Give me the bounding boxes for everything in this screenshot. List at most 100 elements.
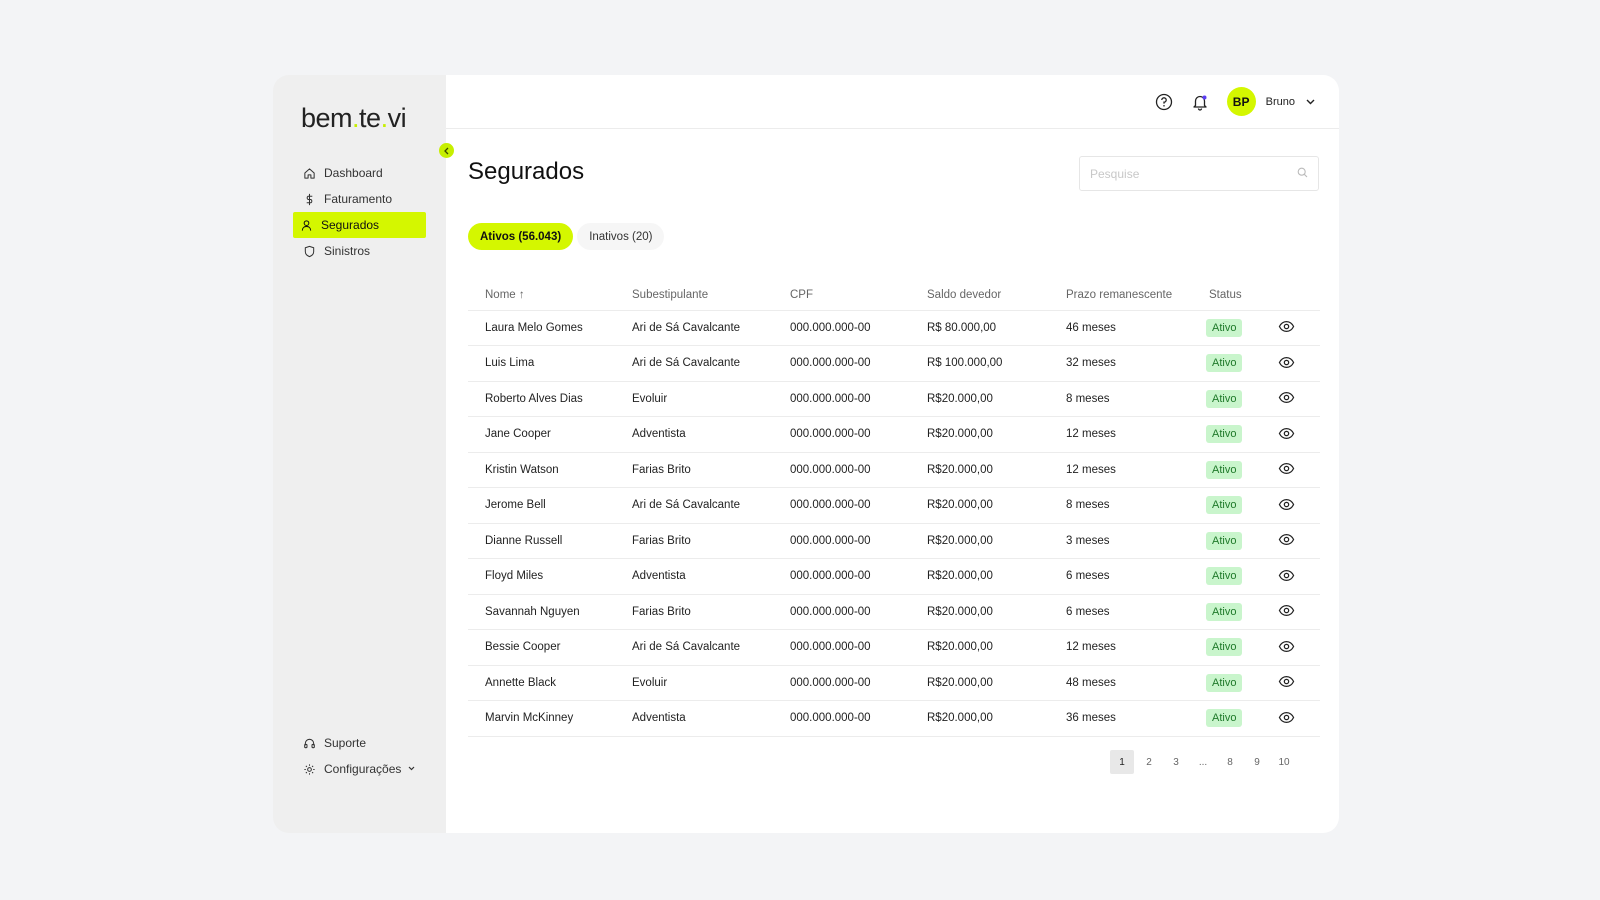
cell-nome: Floyd Miles bbox=[468, 558, 615, 595]
cell-cpf: 000.000.000-00 bbox=[773, 310, 910, 346]
logo-dot: . bbox=[380, 103, 389, 133]
page-button[interactable]: 1 bbox=[1110, 750, 1134, 774]
cell-cpf: 000.000.000-00 bbox=[773, 629, 910, 666]
table-row[interactable]: Jerome Bell Ari de Sá Cavalcante 000.000.0… bbox=[468, 487, 1320, 524]
eye-icon[interactable] bbox=[1277, 424, 1295, 442]
eye-icon[interactable] bbox=[1277, 602, 1295, 620]
eye-icon[interactable] bbox=[1277, 460, 1295, 478]
page-button[interactable]: 8 bbox=[1218, 750, 1242, 774]
avatar[interactable]: BP bbox=[1226, 87, 1256, 116]
tab-ativos[interactable]: Ativos (56.043) bbox=[468, 223, 574, 250]
cell-nome: Jerome Bell bbox=[468, 487, 615, 524]
status-badge: Ativo bbox=[1206, 567, 1243, 586]
sidebar-item-dashboard[interactable]: Dashboard bbox=[293, 160, 426, 186]
cell-cpf: 000.000.000-00 bbox=[773, 452, 910, 488]
sidebar-item-label: Suporte bbox=[324, 736, 367, 750]
sidebar-item-label: Segurados bbox=[321, 218, 380, 232]
sidebar-item-configuracoes[interactable]: Configurações bbox=[293, 756, 426, 782]
search-input[interactable] bbox=[1090, 166, 1297, 181]
eye-icon[interactable] bbox=[1277, 708, 1295, 726]
table-row[interactable]: Dianne Russell Farias Brito 000.000.000-00… bbox=[468, 523, 1320, 559]
table-row[interactable]: Jane Cooper Adventista 000.000.000-00 R$20.… bbox=[468, 416, 1320, 453]
table-row[interactable]: Floyd Miles Adventista 000.000.000-00 R$20.… bbox=[468, 558, 1320, 595]
sidebar-item-segurados[interactable]: Segurados bbox=[293, 212, 426, 238]
column-header-status[interactable]: Status bbox=[1192, 280, 1272, 311]
column-header-prazo[interactable]: Prazo remanescente bbox=[1049, 280, 1192, 311]
segurados-table: Nome ↑ Subestipulante CPF Saldo devedor … bbox=[468, 280, 1320, 737]
logo[interactable]: bem.te.vi bbox=[301, 103, 407, 134]
status-badge: Ativo bbox=[1206, 425, 1243, 444]
sidebar-item-label: Sinistros bbox=[324, 244, 371, 258]
cell-saldo: R$20.000,00 bbox=[910, 594, 1049, 630]
cell-status: Ativo bbox=[1192, 381, 1272, 417]
search-box[interactable] bbox=[1079, 156, 1319, 191]
eye-icon[interactable] bbox=[1277, 566, 1295, 584]
bell-icon[interactable] bbox=[1189, 91, 1211, 113]
page-button[interactable]: 2 bbox=[1137, 750, 1161, 774]
cell-subestipulante: Ari de Sá Cavalcante bbox=[615, 310, 773, 346]
app-window: bem.te.vi Dashboard Faturamento Segurado… bbox=[273, 75, 1339, 833]
sidebar-item-faturamento[interactable]: Faturamento bbox=[293, 186, 426, 212]
cell-actions bbox=[1272, 381, 1320, 417]
user-name[interactable]: Bruno bbox=[1266, 96, 1295, 108]
home-icon bbox=[302, 166, 316, 180]
eye-icon[interactable] bbox=[1277, 353, 1295, 371]
cell-nome: Laura Melo Gomes bbox=[468, 310, 615, 346]
cell-saldo: R$20.000,00 bbox=[910, 381, 1049, 417]
page-button[interactable]: 9 bbox=[1245, 750, 1269, 774]
column-header-nome[interactable]: Nome ↑ bbox=[468, 280, 615, 311]
cell-actions bbox=[1272, 452, 1320, 488]
logo-part: te bbox=[359, 103, 381, 133]
cell-status: Ativo bbox=[1192, 558, 1272, 595]
cell-nome: Luis Lima bbox=[468, 345, 615, 382]
search-icon[interactable] bbox=[1297, 165, 1308, 183]
cell-actions bbox=[1272, 594, 1320, 630]
collapse-sidebar-button[interactable] bbox=[439, 143, 454, 158]
sidebar-item-sinistros[interactable]: Sinistros bbox=[293, 238, 426, 264]
table-row[interactable]: Kristin Watson Farias Brito 000.000.000-00… bbox=[468, 452, 1320, 488]
dollar-icon bbox=[302, 192, 316, 206]
eye-icon[interactable] bbox=[1277, 673, 1295, 691]
sidebar-item-suporte[interactable]: Suporte bbox=[293, 730, 426, 756]
cell-prazo: 8 meses bbox=[1049, 487, 1192, 524]
cell-status: Ativo bbox=[1192, 523, 1272, 559]
cell-prazo: 6 meses bbox=[1049, 594, 1192, 630]
status-badge: Ativo bbox=[1206, 354, 1243, 373]
cell-subestipulante: Farias Brito bbox=[615, 594, 773, 630]
status-badge: Ativo bbox=[1206, 638, 1243, 657]
eye-icon[interactable] bbox=[1277, 389, 1295, 407]
cell-nome: Kristin Watson bbox=[468, 452, 615, 488]
table-row[interactable]: Savannah Nguyen Farias Brito 000.000.000-0… bbox=[468, 594, 1320, 630]
sidebar-item-label: Dashboard bbox=[324, 166, 383, 180]
table-row[interactable]: Luis Lima Ari de Sá Cavalcante 000.000.000… bbox=[468, 345, 1320, 382]
cell-prazo: 36 meses bbox=[1049, 700, 1192, 737]
page-button[interactable]: 3 bbox=[1164, 750, 1188, 774]
table-row[interactable]: Bessie Cooper Ari de Sá Cavalcante 000.000… bbox=[468, 629, 1320, 666]
cell-actions bbox=[1272, 487, 1320, 524]
table-body: Laura Melo Gomes Ari de Sá Cavalcante 000.… bbox=[468, 310, 1320, 737]
column-header-subestipulante[interactable]: Subestipulante bbox=[615, 280, 773, 311]
cell-subestipulante: Ari de Sá Cavalcante bbox=[615, 487, 773, 524]
chevron-down-icon[interactable] bbox=[1305, 96, 1317, 108]
table-row[interactable]: Roberto Alves Dias Evoluir 000.000.000-00 R… bbox=[468, 381, 1320, 417]
tab-inativos[interactable]: Inativos (20) bbox=[577, 223, 665, 250]
topbar: BP Bruno bbox=[446, 75, 1339, 129]
eye-icon[interactable] bbox=[1277, 318, 1295, 336]
eye-icon[interactable] bbox=[1277, 637, 1295, 655]
help-icon[interactable] bbox=[1153, 91, 1175, 113]
logo-part: vi bbox=[387, 103, 407, 133]
user-icon bbox=[299, 218, 313, 232]
column-header-saldo[interactable]: Saldo devedor bbox=[910, 280, 1049, 311]
page-button[interactable]: 10 bbox=[1272, 750, 1296, 774]
column-header-cpf[interactable]: CPF bbox=[773, 280, 910, 311]
cell-prazo: 46 meses bbox=[1049, 310, 1192, 346]
eye-icon[interactable] bbox=[1277, 495, 1295, 513]
cell-saldo: R$20.000,00 bbox=[910, 665, 1049, 701]
table-row[interactable]: Annette Black Evoluir 000.000.000-00 R$20.0… bbox=[468, 665, 1320, 701]
cell-cpf: 000.000.000-00 bbox=[773, 665, 910, 701]
table-row[interactable]: Marvin McKinney Adventista 000.000.000-00 R… bbox=[468, 700, 1320, 737]
eye-icon[interactable] bbox=[1277, 531, 1295, 549]
table-row[interactable]: Laura Melo Gomes Ari de Sá Cavalcante 000.… bbox=[468, 310, 1320, 346]
logo-part: bem bbox=[301, 103, 353, 133]
cell-nome: Bessie Cooper bbox=[468, 629, 615, 666]
